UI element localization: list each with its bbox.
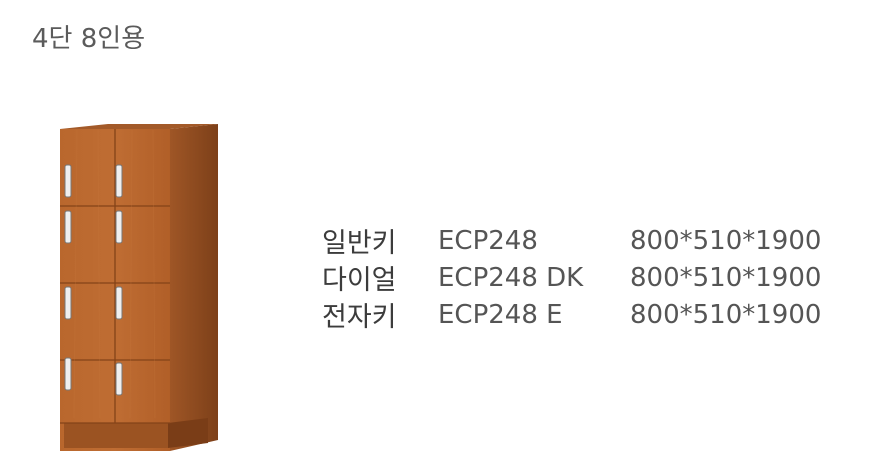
- dimensions: 800*510*1900: [630, 262, 822, 293]
- lock-type: 일반키: [322, 228, 397, 259]
- cabinet-base: [64, 423, 168, 448]
- page-title: 4단 8인용: [32, 24, 146, 54]
- lock-type: 다이얼: [322, 265, 397, 296]
- locker-cabinet-image: [60, 124, 218, 451]
- lock-type: 전자키: [322, 302, 397, 333]
- spec-row-electronic-key: 전자키 ECP248 E 800*510*1900: [322, 296, 862, 334]
- model-code: ECP248: [438, 225, 538, 256]
- spec-row-general-key: 일반키 ECP248 800*510*1900: [322, 222, 862, 260]
- spec-row-dial: 다이얼 ECP248 DK 800*510*1900: [322, 259, 862, 297]
- model-code: ECP248 E: [438, 299, 563, 330]
- dimensions: 800*510*1900: [630, 299, 822, 330]
- cabinet-base-side: [168, 418, 208, 448]
- spec-table: 일반키 ECP248 800*510*1900 다이얼 ECP248 DK 80…: [322, 222, 862, 334]
- dimensions: 800*510*1900: [630, 225, 822, 256]
- cabinet-side: [170, 124, 218, 451]
- model-code: ECP248 DK: [438, 262, 584, 293]
